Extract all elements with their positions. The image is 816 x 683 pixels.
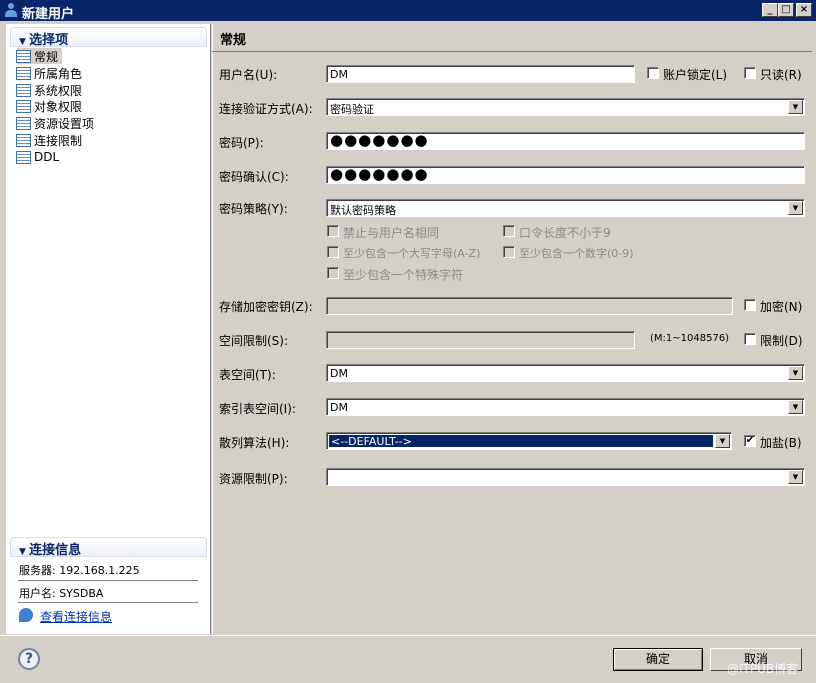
ok-button[interactable]: 确定 <box>613 648 703 671</box>
policy-select[interactable]: 默认密码策略 ▼ <box>326 199 805 217</box>
account-lock-checkbox[interactable] <box>647 67 659 79</box>
policy-label: 密码策略(Y): <box>219 202 288 216</box>
minimize-button[interactable]: _ <box>762 3 778 17</box>
auth-value: 密码验证 <box>330 103 374 116</box>
chevron-down-icon[interactable]: ▼ <box>788 366 803 380</box>
readonly-label: 只读(R) <box>760 68 802 82</box>
sidebar-item-label: 资源设置项 <box>34 116 95 131</box>
username-input[interactable]: DM <box>326 65 635 83</box>
tablespace-select[interactable]: DM ▼ <box>326 364 805 382</box>
connection-section-header[interactable]: ▼ 连接信息 <box>10 537 207 558</box>
policy-digit-checkbox[interactable] <box>503 246 515 258</box>
policy-option-label: 禁止与用户名相同 <box>343 226 440 240</box>
sidebar-item-label: 所属角色 <box>34 66 83 81</box>
hash-label: 散列算法(H): <box>219 436 290 450</box>
sidebar-item-resources[interactable]: 资源设置项 <box>16 115 98 131</box>
sidebar-item-label: 对象权限 <box>34 99 83 114</box>
sidebar-item-label: DDL <box>34 150 60 164</box>
index-tablespace-label: 索引表空间(I): <box>219 402 296 416</box>
collapse-icon: ▼ <box>19 547 30 557</box>
storage-key-label: 存储加密密钥(Z): <box>219 300 313 314</box>
password-input[interactable]: ●●●●●●● <box>326 132 805 150</box>
list-icon <box>16 83 31 97</box>
chevron-down-icon[interactable]: ▼ <box>788 100 803 114</box>
policy-option-label: 至少包含一个大写字母(A-Z) <box>343 247 481 260</box>
list-icon <box>16 133 31 147</box>
view-connection-info-link[interactable]: 查看连接信息 <box>40 608 112 625</box>
sidebar-item-general[interactable]: 常规 <box>16 48 63 64</box>
page-title: 常规 <box>212 24 812 52</box>
policy-option-label: 至少包含一个特殊字符 <box>343 268 464 282</box>
resource-limit-select[interactable]: ▼ <box>326 468 805 486</box>
account-lock-label: 账户锁定(L) <box>663 68 728 82</box>
sidebar-item-label: 常规 <box>34 49 59 64</box>
index-tablespace-value: DM <box>330 401 348 414</box>
chevron-down-icon[interactable]: ▼ <box>788 400 803 414</box>
connection-info-icon <box>19 608 33 622</box>
policy-min-length-checkbox[interactable] <box>503 225 515 237</box>
password-confirm-label: 密码确认(C): <box>219 170 289 184</box>
limit-label: 限制(D) <box>760 334 803 348</box>
space-limit-range: (M:1~1048576) <box>650 333 730 344</box>
section-title: 选择项 <box>29 33 69 48</box>
policy-special-char-checkbox[interactable] <box>327 267 339 279</box>
server-info: 服务器: 192.168.1.225 <box>19 564 140 577</box>
readonly-checkbox[interactable] <box>744 67 756 79</box>
list-icon <box>16 150 31 164</box>
encrypt-checkbox[interactable] <box>744 299 756 311</box>
collapse-icon: ▼ <box>19 37 30 47</box>
window-title: 新建用户 <box>22 7 75 22</box>
left-panel: ▼ 选择项 常规 所属角色 系统权限 对象权限 资源设置项 连接限制 DDL ▼… <box>6 24 211 634</box>
footer-divider <box>0 635 816 636</box>
space-limit-input[interactable] <box>326 331 635 349</box>
policy-option-label: 口令长度不小于9 <box>519 226 611 240</box>
space-limit-label: 空间限制(S): <box>219 334 289 348</box>
policy-value: 默认密码策略 <box>330 204 396 217</box>
sidebar-item-ddl[interactable]: DDL <box>16 149 63 165</box>
help-icon[interactable]: ? <box>18 648 40 670</box>
title-bar: 新建用户 _ □ × <box>0 0 816 22</box>
resource-limit-label: 资源限制(P): <box>219 472 288 486</box>
tablespace-value: DM <box>330 367 348 380</box>
storage-key-input[interactable] <box>326 297 733 315</box>
divider <box>18 580 198 581</box>
sidebar-item-label: 连接限制 <box>34 133 83 148</box>
chevron-down-icon[interactable]: ▼ <box>788 470 803 484</box>
auth-label: 连接验证方式(A): <box>219 102 313 116</box>
user-info: 用户名: SYSDBA <box>19 587 104 600</box>
password-confirm-input[interactable]: ●●●●●●● <box>326 166 805 184</box>
policy-no-username-checkbox[interactable] <box>327 225 339 237</box>
options-section-header[interactable]: ▼ 选择项 <box>10 27 207 48</box>
hash-select[interactable]: <--DEFAULT--> ▼ <box>326 432 732 450</box>
close-button[interactable]: × <box>796 3 812 17</box>
policy-option-label: 至少包含一个数字(0-9) <box>519 247 634 260</box>
password-label: 密码(P): <box>219 136 264 150</box>
username-label: 用户名(U): <box>219 68 278 82</box>
list-icon <box>16 99 31 113</box>
divider <box>18 602 198 603</box>
user-icon <box>5 3 17 17</box>
section-title: 连接信息 <box>29 543 82 558</box>
sidebar-item-system-privileges[interactable]: 系统权限 <box>16 82 86 98</box>
sidebar-item-roles[interactable]: 所属角色 <box>16 65 86 81</box>
tablespace-label: 表空间(T): <box>219 368 276 382</box>
salt-label: 加盐(B) <box>760 436 802 450</box>
limit-checkbox[interactable] <box>744 333 756 345</box>
list-icon <box>16 116 31 130</box>
chevron-down-icon[interactable]: ▼ <box>715 434 730 448</box>
index-tablespace-select[interactable]: DM ▼ <box>326 398 805 416</box>
chevron-down-icon[interactable]: ▼ <box>788 201 803 215</box>
maximize-button[interactable]: □ <box>778 3 794 17</box>
hash-value: <--DEFAULT--> <box>328 434 714 448</box>
sidebar-item-object-privileges[interactable]: 对象权限 <box>16 98 86 114</box>
sidebar-item-connection-limits[interactable]: 连接限制 <box>16 132 86 148</box>
auth-select[interactable]: 密码验证 ▼ <box>326 98 805 116</box>
salt-checkbox[interactable]: ✔ <box>744 435 756 447</box>
list-icon <box>16 66 31 80</box>
policy-uppercase-checkbox[interactable] <box>327 246 339 258</box>
encrypt-label: 加密(N) <box>760 300 803 314</box>
list-icon <box>16 49 31 63</box>
watermark: @ITPUB博客 <box>727 662 799 676</box>
sidebar-item-label: 系统权限 <box>34 83 83 98</box>
